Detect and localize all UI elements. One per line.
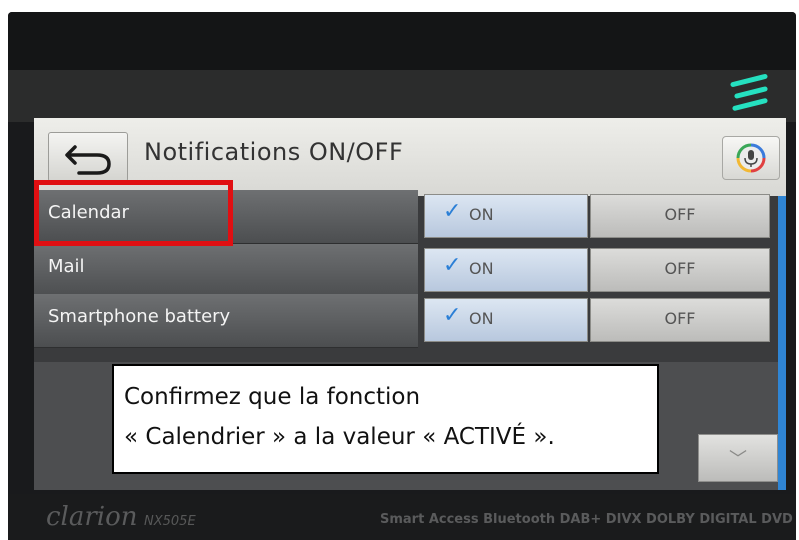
- row-label-box: Mail: [34, 244, 418, 298]
- off-label: OFF: [664, 309, 696, 328]
- voice-button[interactable]: [722, 136, 780, 180]
- off-label: OFF: [664, 259, 696, 278]
- bezel-top: [8, 12, 796, 70]
- instruction-callout: Confirmez que la fonction « Calendrier »…: [112, 364, 659, 474]
- on-label: ON: [469, 309, 494, 328]
- model-label: NX505E: [144, 514, 196, 529]
- brand-logo: clarion: [46, 502, 138, 532]
- setting-row-smartphone-battery: Smartphone battery ✓ ON OFF: [34, 294, 786, 348]
- checkmark-icon: ✓: [443, 199, 462, 224]
- chevron-down-icon: ﹀: [729, 449, 747, 470]
- off-label: OFF: [664, 205, 696, 224]
- scrollbar[interactable]: [778, 196, 786, 490]
- off-button[interactable]: OFF: [590, 248, 770, 292]
- on-label: ON: [469, 205, 494, 224]
- on-button[interactable]: ✓ ON: [424, 298, 588, 342]
- back-button[interactable]: [48, 132, 128, 182]
- scroll-down-button[interactable]: ﹀: [698, 434, 778, 482]
- off-button[interactable]: OFF: [590, 298, 770, 342]
- row-label-box: Smartphone battery: [34, 294, 418, 348]
- highlight-box: [34, 180, 233, 246]
- checkmark-icon: ✓: [443, 253, 462, 278]
- on-button[interactable]: ✓ ON: [424, 194, 588, 238]
- bezel-reflection: [8, 70, 796, 122]
- row-label: Mail: [48, 256, 85, 277]
- feature-logos: Smart Access Bluetooth DAB+ DIVX DOLBY D…: [380, 512, 793, 527]
- page-title: Notifications ON/OFF: [144, 138, 404, 166]
- setting-row-mail: Mail ✓ ON OFF: [34, 244, 786, 298]
- off-button[interactable]: OFF: [590, 194, 770, 238]
- on-label: ON: [469, 259, 494, 278]
- bezel-bottom: clarion NX505E Smart Access Bluetooth DA…: [8, 494, 796, 540]
- checkmark-icon: ✓: [443, 303, 462, 328]
- microphone-icon: [736, 143, 766, 173]
- callout-line-1: Confirmez que la fonction: [124, 384, 421, 410]
- back-arrow-icon: [65, 145, 111, 175]
- callout-line-2: « Calendrier » a la valeur « ACTIVÉ ».: [124, 424, 555, 450]
- row-label: Smartphone battery: [48, 306, 231, 327]
- on-button[interactable]: ✓ ON: [424, 248, 588, 292]
